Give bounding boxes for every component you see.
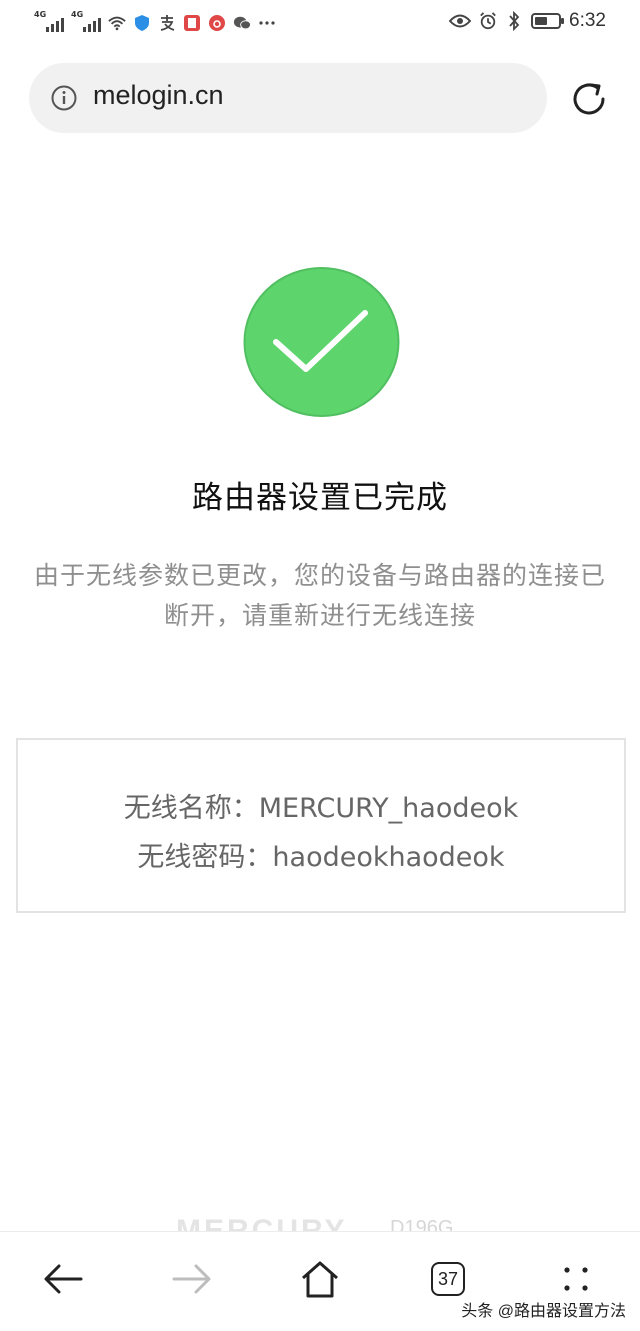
info-icon[interactable]: [51, 85, 77, 111]
menu-dots-icon: [564, 1267, 588, 1291]
netease-music-icon: [208, 14, 226, 32]
more-dots-icon: [258, 14, 276, 32]
status-right: 6:32: [449, 10, 606, 32]
status-left: 4G 4G: [34, 10, 276, 34]
eye-icon: [449, 12, 472, 30]
model-number: D196G: [390, 1217, 454, 1232]
network-type: 4G: [34, 10, 47, 19]
watermark: 头条 @路由器设置方法: [461, 1303, 626, 1320]
battery-icon: [531, 13, 565, 29]
brand-logo: MERCURY: [176, 1214, 348, 1232]
wifi-info-box: 无线名称：MERCURY_haodeok 无线密码：haodeokhaodeok: [16, 738, 626, 913]
network-type: 4G: [71, 10, 84, 19]
signal-icon: 4G: [34, 10, 64, 34]
alipay-icon: [158, 14, 176, 32]
reload-icon[interactable]: [567, 77, 611, 121]
forward-arrow-icon: [172, 1264, 211, 1294]
reader-icon: [183, 14, 201, 32]
success-check-icon: [243, 267, 400, 417]
back-arrow-icon: [44, 1264, 83, 1294]
alarm-icon: [479, 12, 497, 30]
address-bar[interactable]: melogin.cn: [29, 63, 547, 133]
home-button[interactable]: [297, 1256, 343, 1302]
wifi-name: 无线名称：MERCURY_haodeok: [123, 793, 519, 824]
wifi-password: 无线密码：haodeokhaodeok: [137, 842, 505, 873]
wechat-icon: [233, 14, 251, 32]
tab-count: 37: [431, 1262, 465, 1296]
wifi-icon: [108, 14, 126, 32]
url-text[interactable]: melogin.cn: [93, 80, 224, 111]
menu-button[interactable]: [553, 1256, 599, 1302]
forward-button[interactable]: [169, 1256, 215, 1302]
back-button[interactable]: [40, 1256, 86, 1302]
status-bar: 4G 4G 6:32: [0, 0, 640, 48]
signal-icon: 4G: [71, 10, 101, 34]
page-title: 路由器设置已完成: [192, 480, 448, 516]
tabs-button[interactable]: 37: [425, 1256, 471, 1302]
disconnect-notice: 由于无线参数已更改，您的设备与路由器的连接已断开，请重新进行无线连接: [33, 561, 606, 630]
home-icon: [302, 1261, 338, 1298]
clock: 6:32: [569, 10, 606, 31]
shield-icon: [133, 14, 151, 32]
bluetooth-icon: [505, 11, 523, 31]
